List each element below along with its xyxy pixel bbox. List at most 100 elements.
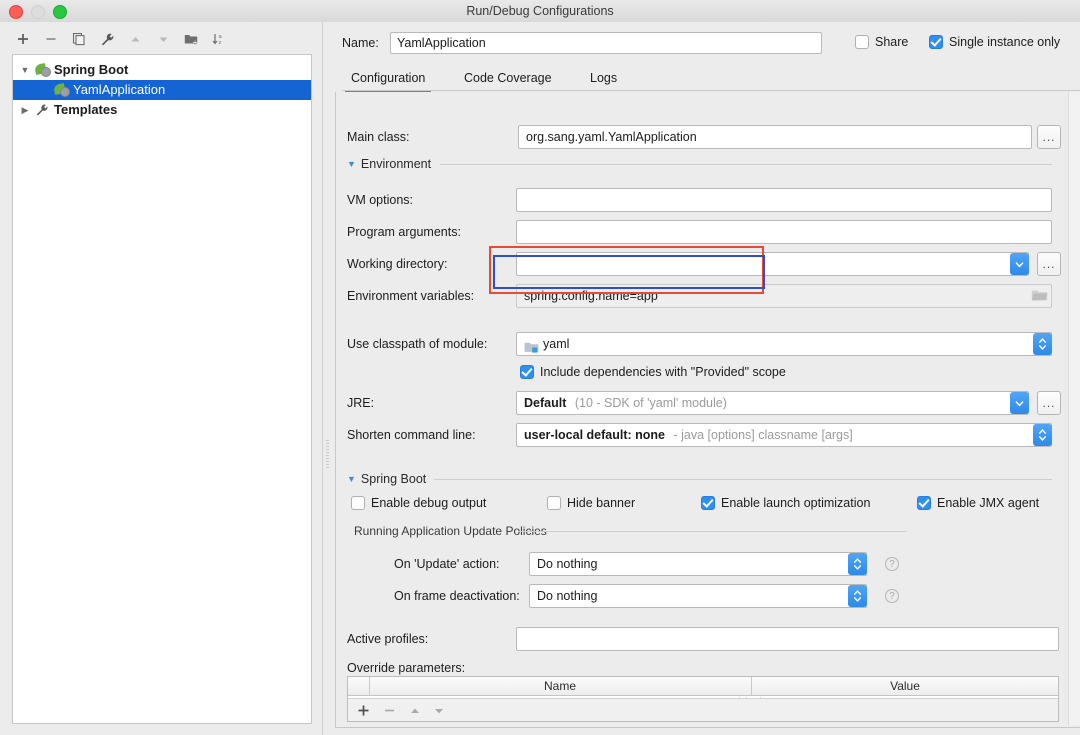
enable-jmx-agent-checkbox[interactable] bbox=[917, 496, 931, 510]
update-policies-divider bbox=[518, 531, 907, 532]
tree-node-spring-boot[interactable]: ▼ Spring Boot bbox=[13, 60, 311, 80]
shorten-command-line-label: Shorten command line: bbox=[347, 428, 476, 442]
spring-boot-icon bbox=[53, 82, 70, 97]
enable-debug-output-row[interactable]: Enable debug output bbox=[351, 496, 486, 510]
splitter-grip bbox=[326, 440, 329, 468]
tab-logs[interactable]: Logs bbox=[590, 66, 617, 90]
tab-code-coverage[interactable]: Code Coverage bbox=[464, 66, 552, 90]
include-provided-checkbox[interactable] bbox=[520, 365, 534, 379]
use-classpath-combo[interactable]: yaml bbox=[516, 332, 1052, 356]
svg-text:z: z bbox=[219, 40, 222, 46]
use-classpath-stepper[interactable] bbox=[1033, 333, 1052, 355]
on-update-action-help-icon[interactable]: ? bbox=[885, 557, 899, 571]
jre-combo[interactable]: Default (10 - SDK of 'yaml' module) bbox=[516, 391, 1029, 415]
spring-boot-icon bbox=[34, 62, 51, 77]
move-parameter-down-button[interactable] bbox=[430, 702, 448, 719]
tree-node-yamlapplication[interactable]: YamlApplication bbox=[13, 80, 311, 100]
use-classpath-value: yaml bbox=[543, 337, 570, 351]
use-classpath-label: Use classpath of module: bbox=[347, 337, 488, 351]
tab-configuration[interactable]: Configuration bbox=[344, 66, 432, 92]
active-profiles-label: Active profiles: bbox=[347, 632, 429, 646]
content-scrollbar[interactable] bbox=[1068, 92, 1080, 725]
folder-add-icon[interactable] bbox=[180, 28, 202, 50]
configuration-editor-pane: Name: Share Single instance only Configu… bbox=[333, 22, 1080, 735]
hide-banner-checkbox[interactable] bbox=[547, 496, 561, 510]
share-checkbox[interactable] bbox=[855, 35, 869, 49]
on-frame-deactivation-stepper[interactable] bbox=[848, 585, 867, 607]
override-parameters-table[interactable]: Name Value No parameters added. bbox=[347, 676, 1059, 722]
on-update-action-combo[interactable]: Do nothing bbox=[529, 552, 867, 576]
jre-browse-button[interactable]: ... bbox=[1037, 391, 1061, 415]
add-configuration-button[interactable] bbox=[12, 28, 34, 50]
environment-variables-input[interactable]: spring.config.name=app bbox=[516, 284, 1052, 308]
enable-launch-optimization-checkbox[interactable] bbox=[701, 496, 715, 510]
sort-icon[interactable]: a z bbox=[208, 28, 230, 50]
environment-section-header[interactable]: ▼ Environment bbox=[347, 157, 431, 171]
single-instance-checkbox[interactable] bbox=[929, 35, 943, 49]
working-directory-browse-button[interactable]: ... bbox=[1037, 252, 1061, 276]
single-instance-label: Single instance only bbox=[949, 35, 1061, 49]
tree-node-label: Templates bbox=[54, 102, 118, 117]
configurations-tree[interactable]: ▼ Spring Boot YamlApplication ▶ Template… bbox=[12, 54, 312, 724]
add-parameter-button[interactable] bbox=[354, 702, 372, 719]
on-frame-deactivation-combo[interactable]: Do nothing bbox=[529, 584, 867, 608]
column-header-value[interactable]: Value bbox=[751, 677, 1059, 696]
enable-jmx-agent-label: Enable JMX agent bbox=[937, 496, 1040, 510]
include-provided-checkbox-row[interactable]: Include dependencies with "Provided" sco… bbox=[520, 365, 786, 379]
name-label: Name: bbox=[342, 36, 379, 50]
remove-parameter-button[interactable] bbox=[380, 702, 398, 719]
jre-dropdown-button[interactable] bbox=[1010, 392, 1029, 414]
single-instance-checkbox-row[interactable]: Single instance only bbox=[929, 35, 1060, 49]
include-provided-label: Include dependencies with "Provided" sco… bbox=[540, 365, 786, 379]
working-directory-input[interactable] bbox=[516, 252, 1029, 276]
move-down-button[interactable] bbox=[152, 28, 174, 50]
jre-value-hint: (10 - SDK of 'yaml' module) bbox=[574, 396, 727, 410]
enable-jmx-agent-row[interactable]: Enable JMX agent bbox=[917, 496, 1039, 510]
chevron-down-icon[interactable]: ▼ bbox=[347, 474, 356, 484]
copy-configuration-icon[interactable] bbox=[68, 28, 90, 50]
jre-label: JRE: bbox=[347, 396, 375, 410]
main-class-input[interactable]: org.sang.yaml.YamlApplication bbox=[518, 125, 1032, 149]
active-profiles-input[interactable] bbox=[516, 627, 1059, 651]
column-header-name[interactable]: Name bbox=[369, 677, 751, 696]
on-update-action-stepper[interactable] bbox=[848, 553, 867, 575]
program-arguments-input[interactable] bbox=[516, 220, 1052, 244]
shorten-command-line-value: user-local default: none bbox=[524, 428, 665, 442]
configurations-sidebar: a z ▼ Spring Boot YamlApplication ▶ Temp… bbox=[0, 22, 322, 735]
module-icon bbox=[524, 339, 539, 353]
configuration-tab-content: Main class: org.sang.yaml.YamlApplicatio… bbox=[335, 92, 1080, 728]
share-checkbox-row[interactable]: Share bbox=[855, 35, 908, 49]
table-toolbar bbox=[348, 698, 1058, 721]
enable-debug-output-label: Enable debug output bbox=[371, 496, 487, 510]
vm-options-input[interactable] bbox=[516, 188, 1052, 212]
move-parameter-up-button[interactable] bbox=[406, 702, 424, 719]
program-arguments-label: Program arguments: bbox=[347, 225, 461, 239]
name-input[interactable] bbox=[390, 32, 822, 54]
hide-banner-label: Hide banner bbox=[567, 496, 636, 510]
main-class-label: Main class: bbox=[347, 130, 410, 144]
on-frame-deactivation-help-icon[interactable]: ? bbox=[885, 589, 899, 603]
chevron-right-icon[interactable]: ▶ bbox=[19, 100, 31, 120]
move-up-button[interactable] bbox=[124, 28, 146, 50]
wrench-icon[interactable] bbox=[96, 28, 118, 50]
spring-boot-section-divider bbox=[434, 479, 1052, 480]
environment-variables-browse-icon[interactable] bbox=[1031, 288, 1048, 305]
environment-variables-label: Environment variables: bbox=[347, 289, 475, 303]
editor-tabs: Configuration Code Coverage Logs bbox=[342, 66, 1080, 92]
remove-configuration-button[interactable] bbox=[40, 28, 62, 50]
working-directory-dropdown-button[interactable] bbox=[1010, 253, 1029, 275]
shorten-command-line-hint: - java [options] classname [args] bbox=[673, 428, 853, 442]
share-label: Share bbox=[875, 35, 909, 49]
main-class-browse-button[interactable]: ... bbox=[1037, 125, 1061, 149]
hide-banner-row[interactable]: Hide banner bbox=[547, 496, 635, 510]
chevron-down-icon[interactable]: ▼ bbox=[19, 60, 31, 80]
shorten-command-line-stepper[interactable] bbox=[1033, 424, 1052, 446]
window-title: Run/Debug Configurations bbox=[466, 4, 614, 18]
shorten-command-line-combo[interactable]: user-local default: none - java [options… bbox=[516, 423, 1052, 447]
spring-boot-section-label: Spring Boot bbox=[360, 472, 427, 486]
spring-boot-section-header[interactable]: ▼ Spring Boot bbox=[347, 472, 426, 486]
chevron-down-icon[interactable]: ▼ bbox=[347, 159, 356, 169]
enable-launch-optimization-row[interactable]: Enable launch optimization bbox=[701, 496, 870, 510]
tree-node-templates[interactable]: ▶ Templates bbox=[13, 100, 311, 120]
enable-debug-output-checkbox[interactable] bbox=[351, 496, 365, 510]
